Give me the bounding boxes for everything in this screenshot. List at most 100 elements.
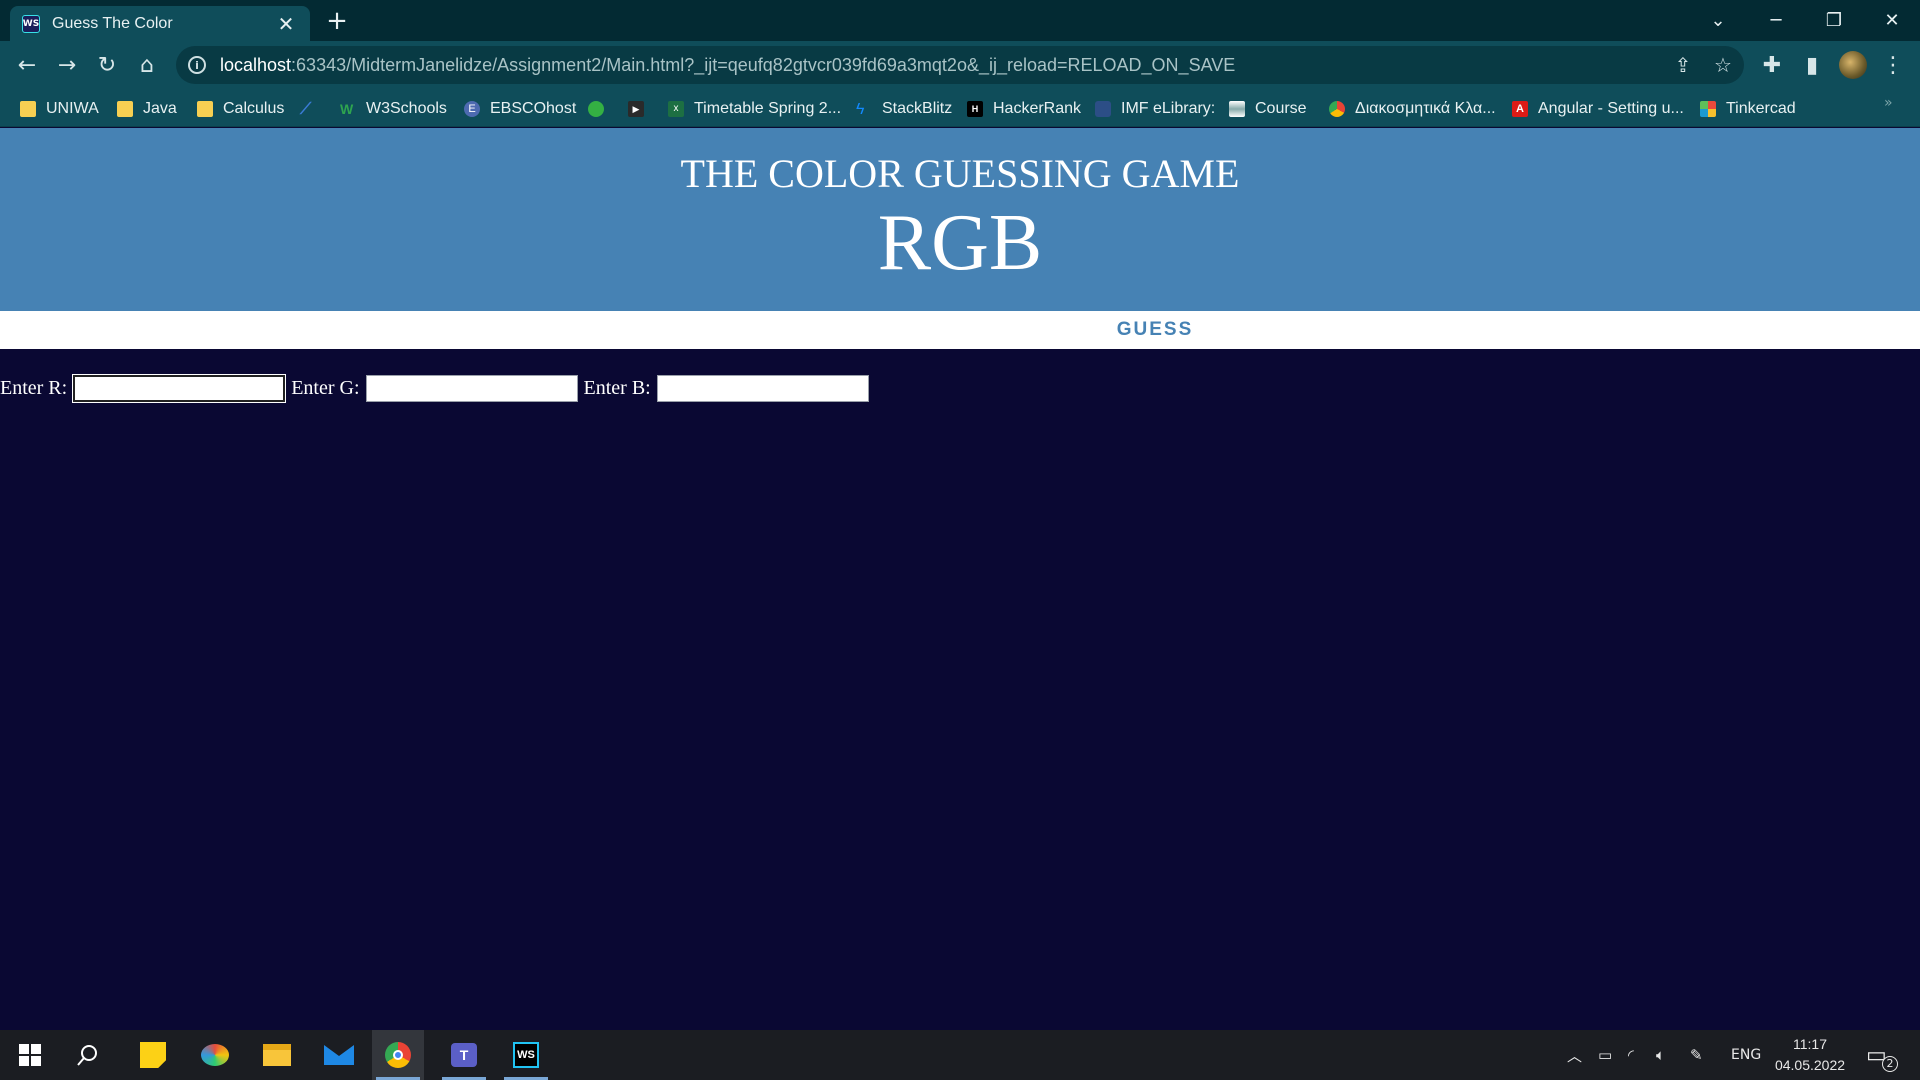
bookmark-item[interactable]: A Angular - Setting u... bbox=[1512, 97, 1684, 121]
angular-icon: A bbox=[1512, 101, 1528, 117]
bookmark-star-icon[interactable]: ☆ bbox=[1708, 50, 1738, 80]
tab-close-icon[interactable]: ✕ bbox=[274, 12, 298, 36]
b-label: Enter B: bbox=[583, 376, 651, 399]
bookmark-item[interactable]: ϟ StackBlitz bbox=[856, 97, 952, 121]
battery-icon[interactable]: ▭ bbox=[1598, 1030, 1612, 1080]
bookmark-label: Java bbox=[143, 100, 177, 117]
r-input[interactable] bbox=[72, 373, 287, 403]
bookmark-label: Tinkercad bbox=[1726, 100, 1796, 117]
browser-tab[interactable]: WS Guess The Color ✕ bbox=[10, 6, 310, 41]
windows-start-icon[interactable] bbox=[4, 1030, 56, 1080]
menu-kebab-icon[interactable]: ⋮ bbox=[1877, 49, 1909, 81]
folder-icon bbox=[117, 101, 133, 117]
pen-icon[interactable]: ✎ bbox=[1690, 1030, 1703, 1080]
bookmark-item[interactable] bbox=[588, 97, 614, 121]
restore-button[interactable]: ❐ bbox=[1806, 0, 1862, 41]
extensions-puzzle-icon[interactable]: ✚ bbox=[1756, 49, 1788, 81]
browser-toolbar: ← → ↻ ⌂ i localhost:63343/MidtermJanelid… bbox=[0, 41, 1920, 89]
forward-arrow-icon[interactable]: → bbox=[51, 49, 83, 81]
folder-icon bbox=[197, 101, 213, 117]
tab-search-icon[interactable]: ⌄ bbox=[1690, 0, 1746, 41]
w3schools-icon: W bbox=[340, 101, 354, 117]
tab-title: Guess The Color bbox=[52, 14, 173, 32]
bookmark-label: HackerRank bbox=[993, 100, 1082, 117]
home-icon[interactable]: ⌂ bbox=[131, 49, 163, 81]
app-icon: ⟋ bbox=[300, 101, 312, 118]
share-icon[interactable]: ⇪ bbox=[1668, 50, 1698, 80]
reload-icon[interactable]: ↻ bbox=[91, 49, 123, 81]
b-input[interactable] bbox=[656, 374, 869, 402]
excel-icon: x bbox=[668, 101, 684, 117]
bookmarks-bar: UNIWA Java Calculus ⟋ W W3Schools E EBSCOh… bbox=[0, 89, 1920, 127]
g-input[interactable] bbox=[365, 374, 578, 402]
ebsco-icon: E bbox=[464, 101, 480, 117]
chrome-icon bbox=[1329, 101, 1345, 117]
paint-icon[interactable] bbox=[189, 1030, 241, 1080]
rgb-inputs-row: Enter R: Enter G: Enter B: bbox=[0, 373, 875, 403]
tray-chevron-icon[interactable]: ︿ bbox=[1567, 1030, 1582, 1080]
tinkercad-icon bbox=[1700, 101, 1716, 117]
volume-icon[interactable]: 🔈︎ bbox=[1656, 1030, 1665, 1080]
webstorm-taskbar-icon[interactable]: WS bbox=[500, 1030, 552, 1080]
g-label: Enter G: bbox=[291, 376, 360, 399]
bookmark-label: UNIWA bbox=[46, 100, 99, 117]
teams-icon[interactable]: T bbox=[438, 1030, 490, 1080]
sticky-notes-icon[interactable] bbox=[127, 1030, 179, 1080]
language-indicator[interactable]: ENG bbox=[1731, 1030, 1761, 1080]
profile-avatar[interactable] bbox=[1839, 51, 1867, 79]
bookmark-item[interactable]: Java bbox=[117, 97, 177, 121]
control-bar: GUESS bbox=[0, 311, 1920, 349]
bookmark-label: Timetable Spring 2... bbox=[694, 100, 842, 117]
search-icon[interactable] bbox=[62, 1030, 114, 1080]
hackerrank-icon: H bbox=[967, 101, 983, 117]
notifications-icon[interactable]: ▭ 2 bbox=[1866, 1030, 1898, 1080]
address-bar[interactable]: i localhost:63343/MidtermJanelidze/Assig… bbox=[176, 46, 1744, 84]
bookmark-label: IMF eLibrary: bbox=[1121, 100, 1216, 117]
bookmark-item[interactable]: Διακοσμητικά Κλα... bbox=[1329, 97, 1496, 121]
folder-icon bbox=[20, 101, 36, 117]
game-header: THE COLOR GUESSING GAME RGB bbox=[0, 128, 1920, 311]
bookmark-label: Calculus bbox=[223, 100, 285, 117]
bookmark-item[interactable]: Course bbox=[1229, 97, 1307, 121]
clock[interactable]: 11:17 04.05.2022 bbox=[1770, 1034, 1850, 1076]
bookmark-label: EBSCOhost bbox=[490, 100, 577, 117]
bookmark-item[interactable]: E EBSCOhost bbox=[464, 97, 576, 121]
bookmark-item[interactable]: H HackerRank bbox=[967, 97, 1081, 121]
bookmark-item[interactable]: ▶ bbox=[628, 97, 654, 121]
url-path: :63343/MidtermJanelidze/Assignment2/Main… bbox=[291, 54, 1236, 75]
url-host: localhost bbox=[220, 54, 292, 75]
tab-strip: WS Guess The Color ✕ + ⌄ ─ ❐ ✕ bbox=[0, 0, 1920, 41]
windows-taskbar: T WS ︿ ▭ ◜ 🔈︎ ✎ ENG 11:17 04.05.2022 ▭ 2 bbox=[0, 1030, 1920, 1080]
mail-icon[interactable] bbox=[313, 1030, 365, 1080]
chrome-taskbar-icon[interactable] bbox=[372, 1030, 424, 1080]
youtube-icon: ▶ bbox=[628, 101, 644, 117]
stackblitz-icon: ϟ bbox=[856, 101, 865, 118]
bookmark-label: Διακοσμητικά Κλα... bbox=[1355, 100, 1496, 117]
back-arrow-icon[interactable]: ← bbox=[11, 49, 43, 81]
bookmark-item[interactable]: ⟋ bbox=[300, 97, 326, 121]
bookmark-item[interactable]: W W3Schools bbox=[340, 97, 447, 121]
bookmark-label: Course bbox=[1255, 100, 1307, 117]
r-label: Enter R: bbox=[0, 376, 68, 399]
new-tab-button[interactable]: + bbox=[322, 6, 352, 36]
bookmark-item[interactable]: UNIWA bbox=[20, 97, 99, 121]
close-window-button[interactable]: ✕ bbox=[1864, 0, 1920, 41]
imf-icon bbox=[1095, 101, 1111, 117]
wifi-icon[interactable]: ◜ bbox=[1628, 1030, 1634, 1080]
bookmarks-overflow-icon[interactable]: » bbox=[1884, 95, 1893, 111]
guess-button[interactable]: GUESS bbox=[1100, 311, 1210, 349]
bookmark-label: W3Schools bbox=[366, 100, 447, 117]
file-explorer-icon[interactable] bbox=[251, 1030, 303, 1080]
bookmark-item[interactable]: IMF eLibrary: bbox=[1095, 97, 1215, 121]
bookmark-label: StackBlitz bbox=[882, 100, 953, 117]
bookmark-item[interactable]: x Timetable Spring 2... bbox=[668, 97, 841, 121]
webstorm-favicon-icon: WS bbox=[22, 14, 40, 33]
side-panel-icon[interactable]: ▮ bbox=[1796, 49, 1828, 81]
bookmark-label: Angular - Setting u... bbox=[1538, 100, 1684, 117]
bookmark-item[interactable]: Tinkercad bbox=[1700, 97, 1796, 121]
minimize-button[interactable]: ─ bbox=[1748, 0, 1804, 41]
page-subtitle: THE COLOR GUESSING GAME bbox=[680, 151, 1240, 196]
site-info-icon[interactable]: i bbox=[188, 56, 206, 74]
play-icon bbox=[588, 101, 604, 117]
bookmark-item[interactable]: Calculus bbox=[197, 97, 284, 121]
